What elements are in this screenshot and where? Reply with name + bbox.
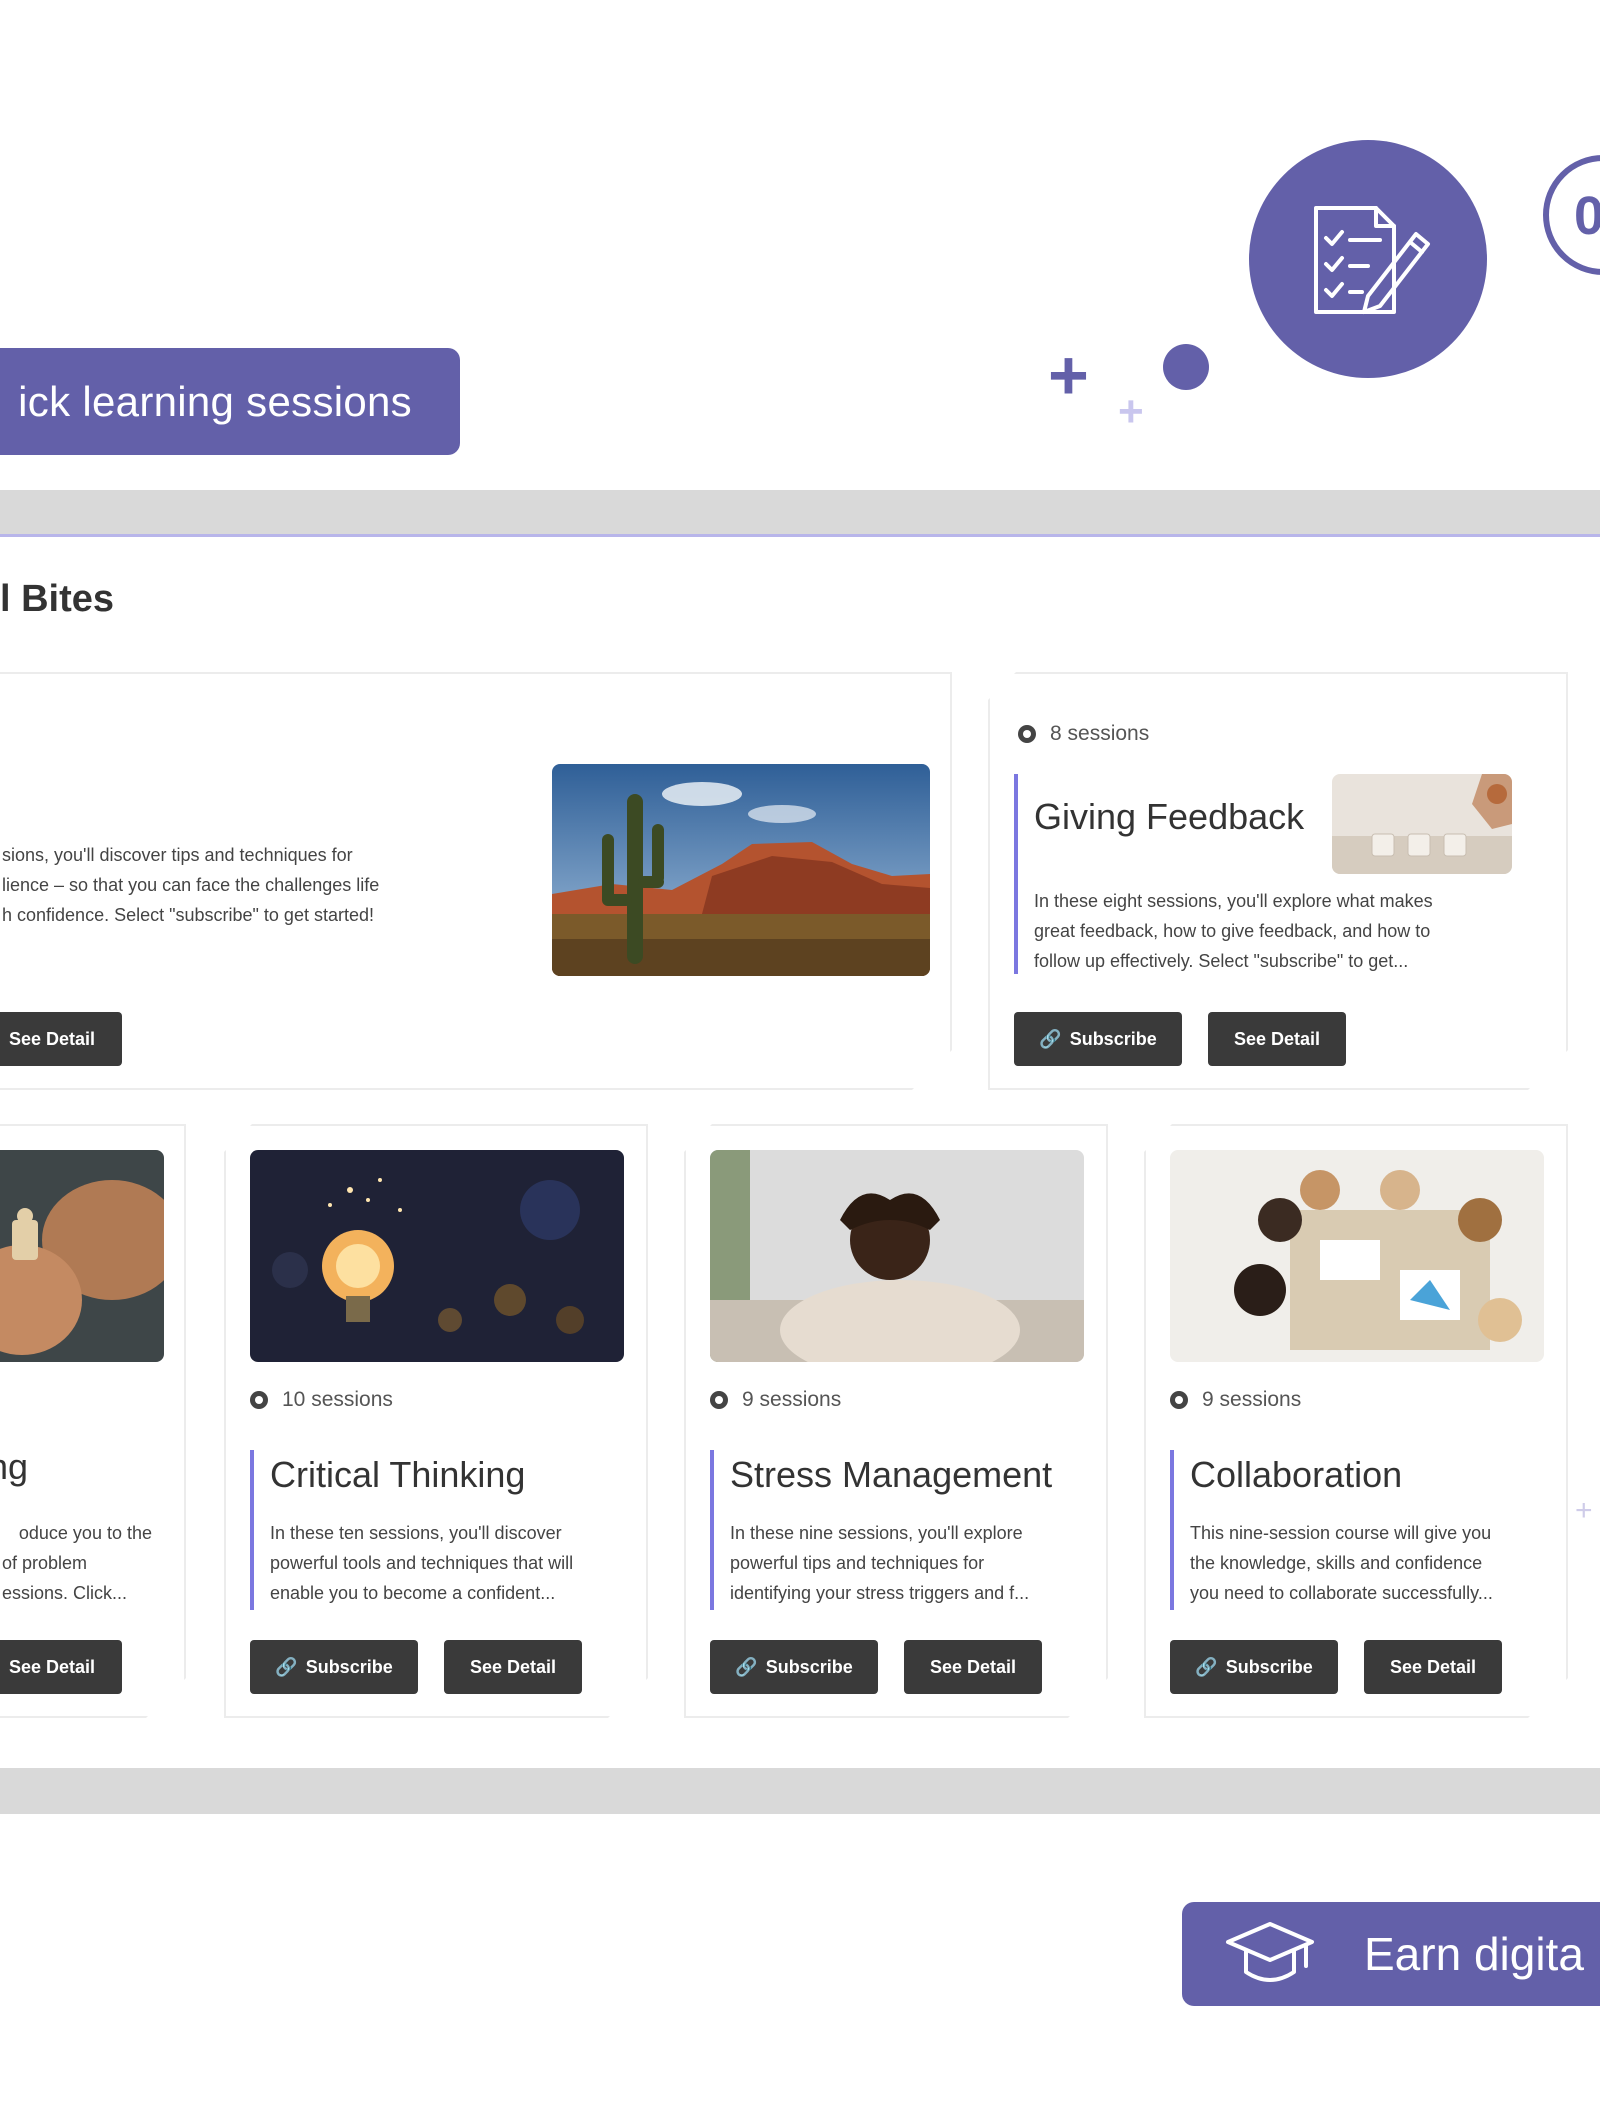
checklist-pen-icon [1249, 140, 1487, 378]
subscribe-button[interactable]: 🔗 Subscribe [250, 1640, 418, 1694]
course-image-lightbulb [250, 1150, 624, 1362]
course-card: sions, you'll discover tips and techniqu… [0, 672, 952, 1090]
link-icon: 🔗 [1039, 1028, 1062, 1049]
section-title: l Bites [0, 578, 115, 620]
sessions-icon [250, 1391, 268, 1409]
graduation-cap-icon [1222, 1916, 1318, 1997]
accent-bar [1014, 774, 1018, 974]
course-card: 9 sessions Collaboration This nine-sessi… [1144, 1124, 1568, 1718]
course-image-puzzle [0, 1150, 164, 1362]
course-card: 10 sessions Critical Thinking In these t… [224, 1124, 648, 1718]
card-title: Collaboration [1190, 1454, 1403, 1495]
course-image-feedback [1332, 774, 1512, 874]
decorative-dot [1163, 344, 1209, 390]
plus-icon: + [1048, 336, 1089, 414]
sessions-count: 8 sessions [1018, 722, 1149, 746]
subscribe-button[interactable]: 🔗 Subscribe [1170, 1640, 1338, 1694]
section-band [0, 490, 1600, 534]
card-description: This nine-session course will give you t… [1190, 1523, 1493, 1603]
card-title: Giving Feedback [1034, 796, 1305, 837]
subscribe-button[interactable]: 🔗 Subscribe [1014, 1012, 1182, 1066]
see-detail-button[interactable]: See Detail [0, 1012, 122, 1066]
quick-learning-banner-button[interactable]: ick learning sessions [0, 348, 460, 455]
card-description: In these nine sessions, you'll explore p… [730, 1523, 1030, 1603]
card-title: ving [8, 1446, 29, 1487]
see-detail-button[interactable]: See Detail [904, 1640, 1042, 1694]
plus-icon: + [1575, 1494, 1593, 1527]
plus-icon: + [1118, 387, 1144, 436]
subscribe-button[interactable]: 🔗 Subscribe [710, 1640, 878, 1694]
card-description: In these eight sessions, you'll explore … [1034, 891, 1433, 971]
course-image-team [1170, 1150, 1544, 1362]
ring-number: 0 [1574, 186, 1600, 246]
sessions-icon [1018, 725, 1036, 743]
course-image-relaxing [710, 1150, 1084, 1362]
course-image-desert [552, 764, 930, 976]
section-divider [0, 534, 1600, 537]
card-description: oduce you to the of problem essions. Cli… [2, 1523, 152, 1603]
section-band [0, 1768, 1600, 1814]
course-card: 8 sessions Giving Feedback In these eigh… [988, 672, 1568, 1090]
accent-bar [250, 1450, 254, 1610]
sessions-count: 9 sessions [710, 1388, 841, 1412]
course-card: 9 sessions Stress Management In these ni… [684, 1124, 1108, 1718]
see-detail-button[interactable]: See Detail [0, 1640, 122, 1694]
link-icon: 🔗 [735, 1656, 758, 1677]
see-detail-button[interactable]: See Detail [444, 1640, 582, 1694]
card-description: sions, you'll discover tips and techniqu… [2, 845, 380, 925]
course-card: ving oduce you to the of problem essions… [0, 1124, 186, 1718]
sessions-icon [710, 1391, 728, 1409]
sessions-count: 9 sessions [1170, 1388, 1301, 1412]
card-title: Stress Management [730, 1454, 1053, 1495]
accent-bar [1170, 1450, 1174, 1610]
link-icon: 🔗 [275, 1656, 298, 1677]
sessions-icon [1170, 1391, 1188, 1409]
card-description: In these ten sessions, you'll discover p… [270, 1523, 574, 1603]
sessions-count: 10 sessions [250, 1388, 393, 1412]
card-title: Critical Thinking [270, 1454, 526, 1495]
see-detail-button[interactable]: See Detail [1208, 1012, 1346, 1066]
link-icon: 🔗 [1195, 1656, 1218, 1677]
accent-bar [710, 1450, 714, 1610]
see-detail-button[interactable]: See Detail [1364, 1640, 1502, 1694]
